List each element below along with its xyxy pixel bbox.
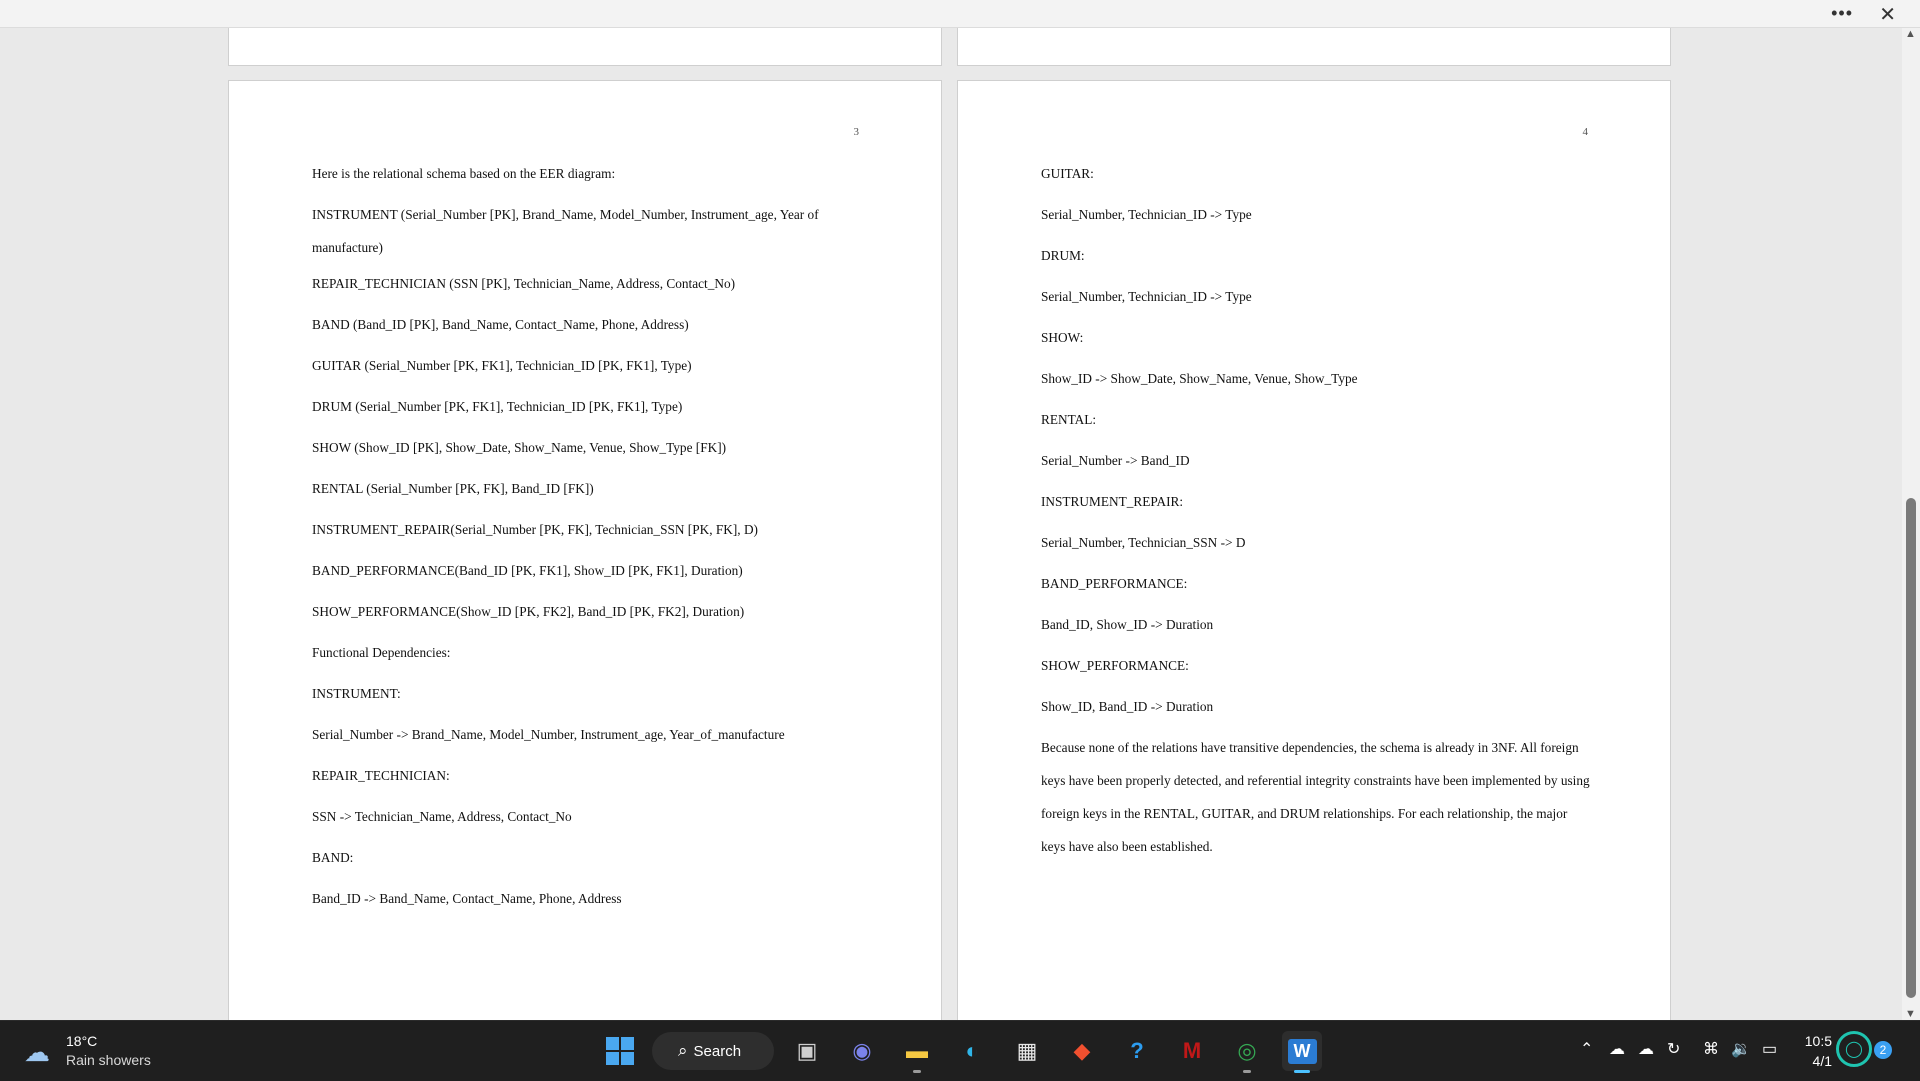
page-2-bottom-left [228, 28, 942, 66]
paragraph[interactable]: Serial_Number -> Band_ID [1041, 450, 1591, 471]
paragraph[interactable]: Serial_Number, Technician_SSN -> D [1041, 532, 1591, 553]
paragraph[interactable]: SHOW (Show_ID [PK], Show_Date, Show_Name… [312, 437, 862, 458]
paragraph[interactable]: Show_ID -> Show_Date, Show_Name, Venue, … [1041, 368, 1591, 389]
scrollbar-thumb[interactable] [1906, 498, 1916, 998]
paragraph[interactable]: Here is the relational schema based on t… [312, 163, 862, 184]
paragraph[interactable]: BAND_PERFORMANCE: [1041, 573, 1591, 594]
window-top-bar: ••• ✕ [0, 0, 1920, 28]
git-button[interactable]: ◆ [1062, 1031, 1102, 1071]
chevron-up-icon[interactable]: ⌃ [1580, 1039, 1593, 1059]
paragraph[interactable]: SSN -> Technician_Name, Address, Contact… [312, 806, 862, 827]
wifi-icon[interactable]: ⌘ [1703, 1039, 1719, 1059]
volume-icon[interactable]: 🔉 [1731, 1039, 1751, 1059]
page-body: GUITAR: Serial_Number, Technician_ID -> … [1041, 163, 1591, 872]
paragraph[interactable]: Serial_Number, Technician_ID -> Type [1041, 204, 1591, 225]
copilot-icon[interactable]: ◯ [1836, 1031, 1872, 1067]
paragraph[interactable]: Band_ID, Show_ID -> Duration [1041, 614, 1591, 635]
paragraph[interactable]: Band_ID -> Band_Name, Contact_Name, Phon… [312, 888, 862, 909]
clock-time: 10:5 [1804, 1033, 1832, 1049]
battery-icon[interactable]: ▭ [1762, 1039, 1777, 1059]
paragraph[interactable]: Serial_Number, Technician_ID -> Type [1041, 286, 1591, 307]
mcafee-icon: M [1182, 1038, 1202, 1063]
microsoft-store-button[interactable]: ▦ [1007, 1031, 1047, 1071]
teams-meet-icon: ◉ [852, 1038, 872, 1063]
page-body: Here is the relational schema based on t… [312, 163, 862, 929]
chrome-button[interactable]: ◎ [1227, 1031, 1267, 1073]
paragraph[interactable]: INSTRUMENT_REPAIR: [1041, 491, 1591, 512]
weather-condition: Rain showers [66, 1052, 151, 1068]
taskbar-search[interactable]: ⌕ Search [652, 1032, 774, 1070]
paragraph[interactable]: REPAIR_TECHNICIAN (SSN [PK], Technician_… [312, 273, 862, 294]
word-icon: W [1287, 1038, 1317, 1064]
scroll-down-icon[interactable]: ▼ [1905, 1008, 1916, 1020]
paragraph[interactable]: BAND_PERFORMANCE(Band_ID [PK, FK1], Show… [312, 560, 862, 581]
paragraph[interactable]: Show_ID, Band_ID -> Duration [1041, 696, 1591, 717]
paragraph[interactable]: DRUM: [1041, 245, 1591, 266]
onedrive-personal-icon[interactable]: ☁ [1638, 1039, 1654, 1059]
page-number: 4 [1582, 126, 1589, 138]
page-number: 3 [853, 126, 860, 138]
system-clock[interactable]: 10:5 4/1 [1798, 1031, 1832, 1071]
file-explorer-icon: ▬ [906, 1038, 928, 1063]
page-3[interactable]: 3 Here is the relational schema based on… [228, 80, 942, 1020]
paragraph[interactable]: RENTAL: [1041, 409, 1591, 430]
paragraph[interactable]: RENTAL (Serial_Number [PK, FK], Band_ID … [312, 478, 862, 499]
chrome-icon: ◎ [1237, 1038, 1257, 1063]
mcafee-button[interactable]: M [1172, 1031, 1212, 1071]
windows-icon [606, 1037, 634, 1065]
word-button[interactable]: W [1282, 1031, 1322, 1073]
paragraph[interactable]: BAND (Band_ID [PK], Band_Name, Contact_N… [312, 314, 862, 335]
paragraph[interactable]: SHOW_PERFORMANCE: [1041, 655, 1591, 676]
active-indicator [1294, 1070, 1310, 1073]
file-explorer-button[interactable]: ▬ [897, 1031, 937, 1073]
clock-date: 4/1 [1812, 1053, 1832, 1069]
paragraph[interactable]: INSTRUMENT_REPAIR(Serial_Number [PK, FK]… [312, 519, 862, 540]
task-view-button[interactable]: ▣ [787, 1031, 827, 1071]
weather-temperature: 18°C [66, 1033, 98, 1049]
microsoft-store-icon: ▦ [1016, 1038, 1038, 1063]
onedrive-icon[interactable]: ☁ [1609, 1039, 1625, 1059]
page-2-bottom-right [957, 28, 1671, 66]
start-button[interactable] [600, 1031, 640, 1071]
git-icon: ◆ [1073, 1038, 1091, 1063]
paragraph[interactable]: INSTRUMENT: [312, 683, 862, 704]
search-label: Search [693, 1042, 742, 1060]
running-indicator [913, 1070, 921, 1073]
more-options-icon[interactable]: ••• [1831, 3, 1853, 24]
paragraph[interactable]: GUITAR: [1041, 163, 1591, 184]
task-view-icon: ▣ [796, 1038, 818, 1063]
paragraph[interactable]: REPAIR_TECHNICIAN: [312, 765, 862, 786]
teams-meet-button[interactable]: ◉ [842, 1031, 882, 1071]
paragraph[interactable]: BAND: [312, 847, 862, 868]
scroll-up-icon[interactable]: ▲ [1905, 28, 1916, 40]
paragraph[interactable]: SHOW: [1041, 327, 1591, 348]
paragraph[interactable]: SHOW_PERFORMANCE(Show_ID [PK, FK2], Band… [312, 601, 862, 622]
paragraph[interactable]: Serial_Number -> Brand_Name, Model_Numbe… [312, 724, 862, 745]
paragraph[interactable]: GUITAR (Serial_Number [PK, FK1], Technic… [312, 355, 862, 376]
paragraph[interactable]: INSTRUMENT (Serial_Number [PK], Brand_Na… [312, 198, 862, 264]
taskbar: ☁ 18°C Rain showers ⌕ Search ▣ ◉ ▬ ◐ ▦ ◆… [0, 1020, 1920, 1081]
edge-button[interactable]: ◐ [952, 1031, 992, 1071]
sync-icon[interactable]: ↻ [1667, 1039, 1680, 1059]
help-button[interactable]: ? [1117, 1031, 1157, 1071]
vertical-scrollbar[interactable]: ▲ ▼ [1902, 28, 1920, 1020]
running-indicator [1243, 1070, 1251, 1073]
search-icon: ⌕ [678, 1041, 688, 1060]
paragraph[interactable]: Because none of the relations have trans… [1041, 731, 1591, 863]
rain-cloud-icon: ☁ [24, 1037, 50, 1067]
edge-icon: ◐ [965, 1038, 979, 1063]
close-icon[interactable]: ✕ [1879, 2, 1896, 27]
paragraph[interactable]: DRUM (Serial_Number [PK, FK1], Technicia… [312, 396, 862, 417]
help-icon: ? [1130, 1038, 1144, 1063]
document-canvas: 3 Here is the relational schema based on… [0, 28, 1902, 1020]
paragraph[interactable]: Functional Dependencies: [312, 642, 862, 663]
page-4[interactable]: 4 GUITAR: Serial_Number, Technician_ID -… [957, 80, 1671, 1020]
notification-badge[interactable]: 2 [1874, 1041, 1892, 1059]
